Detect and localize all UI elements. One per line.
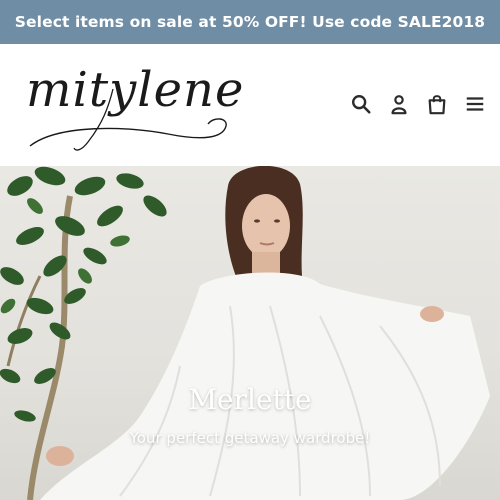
site-header: mitylene (0, 44, 500, 166)
announcement-bar: Select items on sale at 50% OFF! Use cod… (0, 0, 500, 44)
logo-flourish (29, 88, 227, 151)
hero-subtitle: Your perfect getaway wardrobe! (129, 429, 371, 447)
hero-title: Merlette (188, 383, 312, 416)
search-icon[interactable] (350, 93, 372, 115)
hero-image (0, 166, 490, 500)
site-logo[interactable]: mitylene (18, 54, 258, 154)
account-icon[interactable] (388, 93, 410, 115)
cart-icon[interactable] (426, 93, 448, 115)
announcement-text: Select items on sale at 50% OFF! Use cod… (14, 13, 486, 31)
menu-icon[interactable] (464, 93, 486, 115)
hero-banner[interactable]: Merlette Your perfect getaway wardrobe! (0, 166, 500, 500)
header-icons (350, 88, 486, 120)
